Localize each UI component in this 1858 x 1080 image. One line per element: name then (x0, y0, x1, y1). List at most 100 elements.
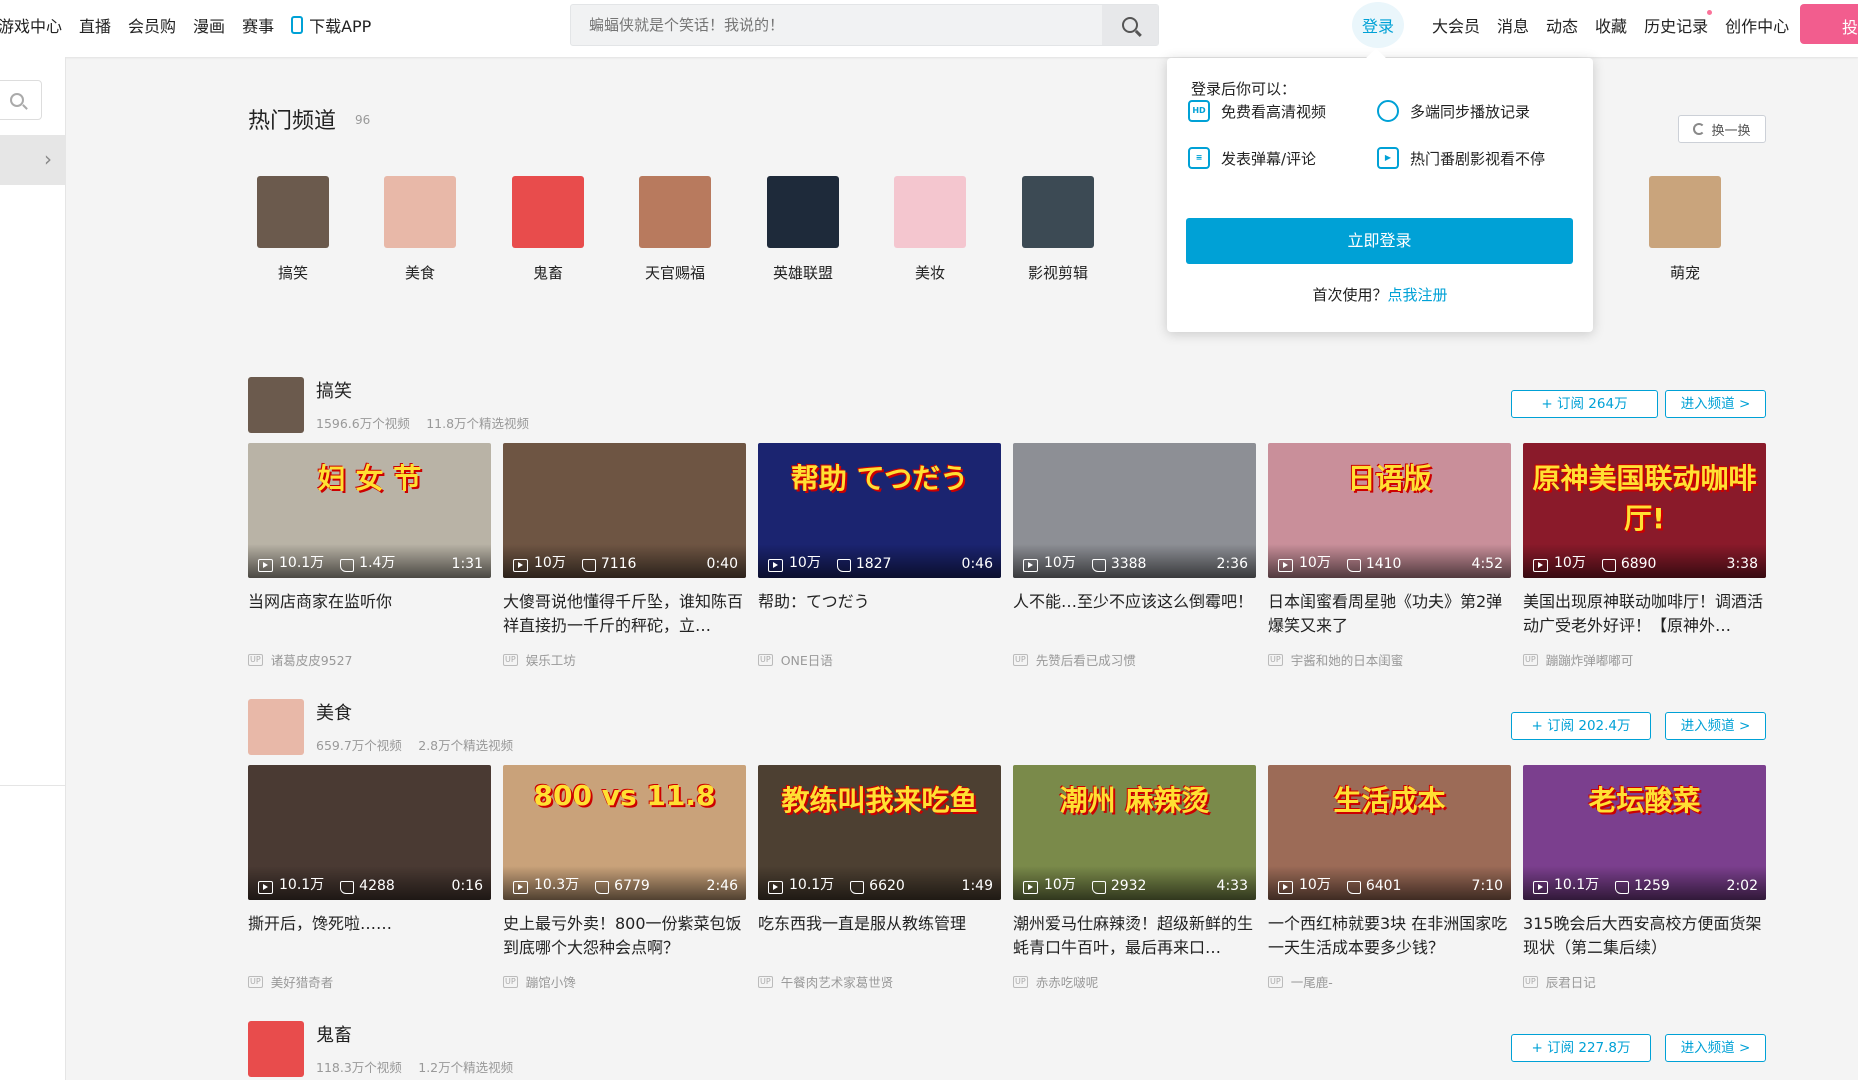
video-card[interactable]: 潮州 麻辣烫 10万 2932 4:33 潮州爱马仕麻辣烫！超级新鲜的生蚝青口牛百叶，最… (1013, 765, 1256, 991)
video-title[interactable]: 吃东西我一直是服从教练管理 (758, 912, 1001, 960)
video-title[interactable]: 撕开后，馋死啦…… (248, 912, 491, 960)
subscribe-button[interactable]: + 订阅 264万 (1511, 390, 1658, 418)
video-thumbnail[interactable]: 800 vs 11.8 10.3万 6779 2:46 (503, 765, 746, 900)
channel-label: 萌宠 (1669, 264, 1700, 282)
nav-vip[interactable]: 大会员 (1432, 13, 1480, 37)
channel-item[interactable]: 萌宠 (1640, 176, 1730, 283)
nav-download-app[interactable]: 下载APP (291, 13, 371, 37)
video-title[interactable]: 人不能…至少不应该这么倒霉吧！ (1013, 590, 1256, 638)
feature-hd: HD 免费看高清视频 (1188, 100, 1326, 122)
video-thumbnail[interactable]: 10万 7116 0:40 (503, 443, 746, 578)
uploader[interactable]: UP 蹦馆小馋 (503, 972, 746, 991)
play-count-icon (513, 881, 528, 894)
uploader[interactable]: UP 午餐肉艺术家葛世贤 (758, 972, 1001, 991)
login-now-button[interactable]: 立即登录 (1186, 218, 1573, 264)
uploader[interactable]: UP 美好猎奇者 (248, 972, 491, 991)
section-avatar[interactable] (248, 1021, 304, 1077)
video-card[interactable]: 生活成本 10万 6401 7:10 一个西红柿就要3块 在非洲国家吃一天生活成本要多少… (1268, 765, 1511, 991)
video-card[interactable]: 老坛酸菜 10.1万 1259 2:02 315晚会后大西安高校方便面货架现状（第二集后… (1523, 765, 1766, 991)
video-title[interactable]: 帮助：てつだう (758, 590, 1001, 638)
video-thumbnail[interactable]: 帮助 てつだう 10万 1827 0:46 (758, 443, 1001, 578)
nav-comics[interactable]: 漫画 (193, 13, 225, 37)
uploader-name: 美好猎奇者 (270, 975, 334, 990)
video-thumbnail[interactable]: 10.1万 4288 0:16 (248, 765, 491, 900)
video-duration: 2:46 (706, 878, 738, 894)
video-title[interactable]: 一个西红柿就要3块 在非洲国家吃一天生活成本要多少钱？ (1268, 912, 1511, 960)
video-card[interactable]: 日语版 10万 1410 4:52 日本闺蜜看周星驰《功夫》第2弹爆笑又来了 UP 宇酱和她… (1268, 443, 1511, 669)
like-count: 1827 (855, 556, 892, 572)
video-thumbnail[interactable]: 妇 女 节 10.1万 1.4万 1:31 (248, 443, 491, 578)
video-card[interactable]: 妇 女 节 10.1万 1.4万 1:31 当网店商家在监听你 UP 诸葛皮皮9527 (248, 443, 491, 669)
video-title[interactable]: 日本闺蜜看周星驰《功夫》第2弹爆笑又来了 (1268, 590, 1511, 638)
subscribe-button[interactable]: + 订阅 227.8万 (1511, 1034, 1651, 1062)
play-count-icon (1533, 559, 1548, 572)
enter-channel-button[interactable]: 进入频道 > (1665, 1034, 1766, 1062)
section-name[interactable]: 搞笑 (316, 377, 352, 403)
video-title[interactable]: 大傻哥说他懂得千斤坠，谁知陈百祥直接扔一千斤的秤砣，立… (503, 590, 746, 638)
video-title[interactable]: 史上最亏外卖！800一份紫菜包饭到底哪个大怨种会点啊？ (503, 912, 746, 960)
refresh-button[interactable]: 换一换 (1678, 115, 1766, 143)
channel-item[interactable]: 鬼畜 (503, 176, 593, 283)
sidebar-search-button[interactable] (0, 80, 42, 120)
video-card[interactable]: 教练叫我来吃鱼 10.1万 6620 1:49 吃东西我一直是服从教练管理 UP 午餐肉艺术… (758, 765, 1001, 991)
subscribe-button[interactable]: + 订阅 202.4万 (1511, 712, 1651, 740)
nav-esports[interactable]: 赛事 (242, 13, 274, 37)
video-card[interactable]: 帮助 てつだう 10万 1827 0:46 帮助：てつだう UP ONE日语 (758, 443, 1001, 669)
video-thumbnail[interactable]: 日语版 10万 1410 4:52 (1268, 443, 1511, 578)
view-count: 10万 (789, 555, 821, 571)
nav-game-center[interactable]: 游戏中心 (0, 13, 62, 37)
channel-item[interactable]: 英雄联盟 (758, 176, 848, 283)
uploader[interactable]: UP 先赞后看已成习惯 (1013, 650, 1256, 669)
video-thumbnail[interactable]: 老坛酸菜 10.1万 1259 2:02 (1523, 765, 1766, 900)
video-thumbnail[interactable]: 生活成本 10万 6401 7:10 (1268, 765, 1511, 900)
video-thumbnail[interactable]: 原神美国联动咖啡厅! 10万 6890 3:38 (1523, 443, 1766, 578)
enter-channel-button[interactable]: 进入频道 > (1665, 390, 1766, 418)
video-title[interactable]: 美国出现原神联动咖啡厅！调酒活动广受老外好评！【原神外… (1523, 590, 1766, 638)
login-link[interactable]: 登录 (1362, 13, 1394, 37)
search-button[interactable] (1102, 5, 1158, 45)
uploader[interactable]: UP 宇酱和她的日本闺蜜 (1268, 650, 1511, 669)
enter-channel-button[interactable]: 进入频道 > (1665, 712, 1766, 740)
section-name[interactable]: 美食 (316, 699, 352, 725)
nav-dynamics[interactable]: 动态 (1546, 13, 1578, 37)
video-title[interactable]: 当网店商家在监听你 (248, 590, 491, 638)
video-duration: 3:38 (1726, 556, 1758, 572)
video-stats: 10.1万 4288 0:16 (248, 866, 491, 900)
nav-favorites[interactable]: 收藏 (1595, 13, 1627, 37)
nav-history[interactable]: 历史记录 (1644, 10, 1713, 37)
nav-mall[interactable]: 会员购 (128, 13, 176, 37)
video-card[interactable]: 800 vs 11.8 10.3万 6779 2:46 史上最亏外卖！800一份紫菜包饭… (503, 765, 746, 991)
uploader[interactable]: UP 诸葛皮皮9527 (248, 650, 491, 669)
video-title[interactable]: 315晚会后大西安高校方便面货架现状（第二集后续） (1523, 912, 1766, 960)
section-name[interactable]: 鬼畜 (316, 1021, 352, 1047)
nav-creator-center[interactable]: 创作中心 (1725, 13, 1789, 37)
channel-item[interactable]: 搞笑 (248, 176, 338, 283)
video-card[interactable]: 10万 7116 0:40 大傻哥说他懂得千斤坠，谁知陈百祥直接扔一千斤的秤砣，立… U… (503, 443, 746, 669)
video-title[interactable]: 潮州爱马仕麻辣烫！超级新鲜的生蚝青口牛百叶，最后再来口… (1013, 912, 1256, 960)
uploader[interactable]: UP 赤赤吃啵呢 (1013, 972, 1256, 991)
uploader[interactable]: UP ONE日语 (758, 650, 1001, 669)
nav-messages[interactable]: 消息 (1497, 13, 1529, 37)
upload-button[interactable]: 投 (1800, 4, 1858, 44)
channel-item[interactable]: 影视剪辑 (1013, 176, 1103, 283)
uploader[interactable]: UP 蹦蹦炸弹嘟嘟可 (1523, 650, 1766, 669)
channel-item[interactable]: 美妆 (885, 176, 975, 283)
video-card[interactable]: 10万 3388 2:36 人不能…至少不应该这么倒霉吧！ UP 先赞后看已成习惯 (1013, 443, 1256, 669)
section-avatar[interactable] (248, 699, 304, 755)
section-avatar[interactable] (248, 377, 304, 433)
sidebar-expand-button[interactable]: › (0, 135, 66, 185)
uploader[interactable]: UP 一尾鹿- (1268, 972, 1511, 991)
search-input[interactable] (571, 5, 1102, 45)
video-thumbnail[interactable]: 教练叫我来吃鱼 10.1万 6620 1:49 (758, 765, 1001, 900)
uploader[interactable]: UP 娱乐工坊 (503, 650, 746, 669)
channel-item[interactable]: 天官赐福 (630, 176, 720, 283)
uploader[interactable]: UP 辰君日记 (1523, 972, 1766, 991)
like-icon (1346, 881, 1361, 894)
nav-live[interactable]: 直播 (79, 13, 111, 37)
video-thumbnail[interactable]: 潮州 麻辣烫 10万 2932 4:33 (1013, 765, 1256, 900)
register-link[interactable]: 点我注册 (1388, 286, 1448, 304)
video-thumbnail[interactable]: 10万 3388 2:36 (1013, 443, 1256, 578)
video-card[interactable]: 原神美国联动咖啡厅! 10万 6890 3:38 美国出现原神联动咖啡厅！调酒活动广受老… (1523, 443, 1766, 669)
channel-item[interactable]: 美食 (375, 176, 465, 283)
video-card[interactable]: 10.1万 4288 0:16 撕开后，馋死啦…… UP 美好猎奇者 (248, 765, 491, 991)
